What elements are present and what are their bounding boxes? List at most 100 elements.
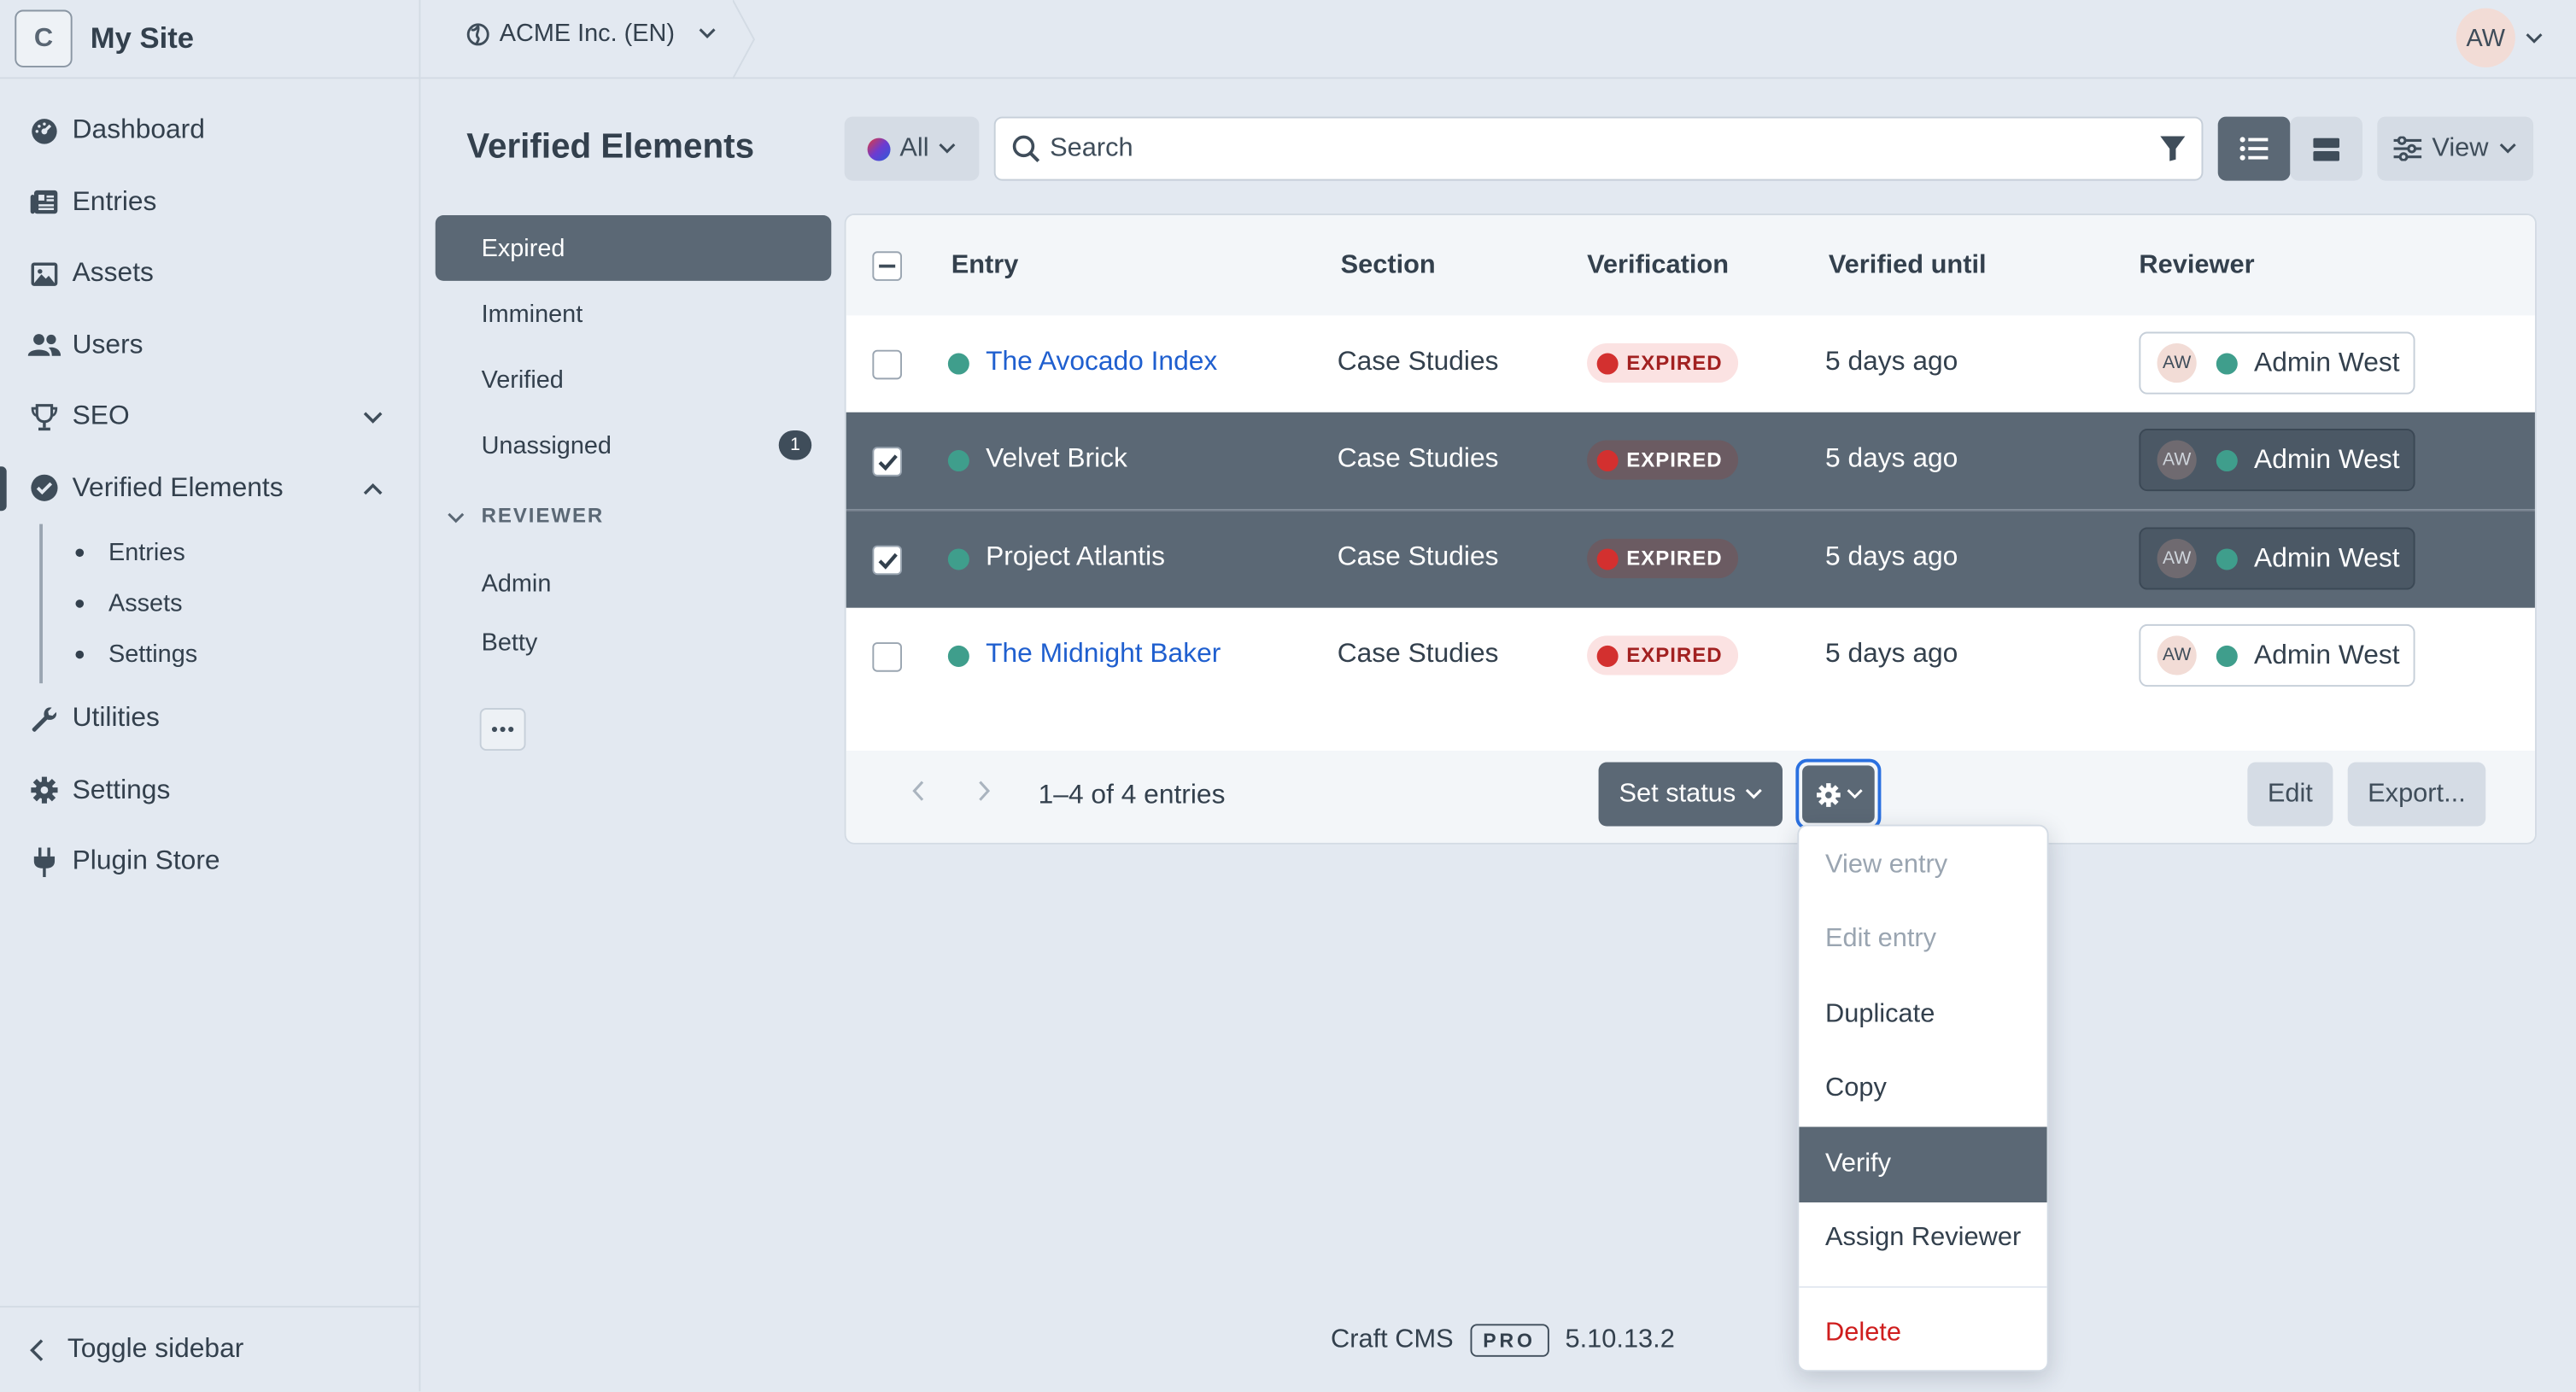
row-checkbox[interactable] [872, 349, 903, 380]
breadcrumb-separator [732, 0, 755, 79]
reviewer-chip[interactable]: AW Admin West [2139, 527, 2415, 590]
site-filter-button[interactable]: All [844, 116, 980, 181]
table-row[interactable]: Velvet Brick Case Studies EXPIRED 5 days… [846, 412, 2535, 510]
chevron-up-icon[interactable] [363, 472, 383, 504]
column-header[interactable]: Reviewer [2139, 251, 2254, 281]
source-reviewer-betty[interactable]: Betty [436, 612, 832, 671]
sidebar: C My Site Dashboard Entries Assets Users… [0, 0, 421, 1392]
filter-icon[interactable] [2158, 135, 2187, 171]
menu-item-duplicate[interactable]: Duplicate [1799, 977, 2046, 1052]
row-checkbox[interactable] [872, 545, 903, 576]
site-switcher[interactable]: ACME Inc. (EN) [466, 20, 716, 48]
nav-entries[interactable]: Entries [0, 167, 419, 238]
table-row[interactable]: Project Atlantis Case Studies EXPIRED 5 … [846, 511, 2535, 608]
chevron-down-icon [2498, 143, 2516, 154]
entry-link[interactable]: Velvet Brick [986, 443, 1127, 475]
entry-link[interactable]: The Avocado Index [986, 347, 1217, 378]
subnav-settings[interactable]: Settings [43, 629, 419, 681]
sliders-icon [2394, 136, 2422, 161]
actions-menu-button[interactable] [1795, 758, 1882, 830]
subnav-entries[interactable]: Entries [43, 527, 419, 578]
reviewer-chip[interactable]: AW Admin West [2139, 623, 2415, 687]
toggle-sidebar-button[interactable]: Toggle sidebar [0, 1306, 419, 1391]
status-dot [1596, 547, 1619, 570]
table-row[interactable]: The Avocado Index Case Studies EXPIRED 5… [846, 315, 2535, 412]
table-view-button[interactable] [2217, 116, 2291, 181]
source-verified[interactable]: Verified [436, 347, 832, 412]
reviewer-name: Admin West [2254, 444, 2400, 474]
nav-seo[interactable]: SEO [0, 381, 419, 453]
status-indicator [947, 645, 969, 667]
source-unassigned[interactable]: Unassigned 1 [436, 412, 832, 478]
menu-item-assign-reviewer[interactable]: Assign Reviewer [1799, 1202, 2046, 1277]
nav-plugin-store[interactable]: Plugin Store [0, 827, 419, 898]
select-all-checkbox[interactable] [872, 251, 903, 281]
site-name: My Site [90, 21, 195, 55]
nav-verified-elements[interactable]: Verified Elements [0, 453, 419, 524]
section-cell: Case Studies [1337, 541, 1499, 572]
search-input[interactable]: Search [993, 116, 2204, 181]
source-expired[interactable]: Expired [435, 214, 832, 281]
source-imminent[interactable]: Imminent [436, 281, 832, 347]
chevron-right-icon[interactable] [977, 781, 991, 802]
subnav-assets[interactable]: Assets [43, 578, 419, 629]
menu-divider [1799, 1286, 2047, 1289]
chevron-left-icon[interactable] [912, 781, 925, 802]
status-indicator [947, 450, 969, 472]
status-indicator [2216, 547, 2238, 570]
edit-button[interactable]: Edit [2247, 762, 2333, 827]
site-header[interactable]: C My Site [0, 0, 419, 79]
status-label: EXPIRED [1626, 448, 1723, 472]
row-checkbox[interactable] [872, 642, 903, 672]
row-checkbox[interactable] [872, 447, 903, 477]
chevron-down-icon[interactable] [363, 401, 383, 433]
nav-utilities[interactable]: Utilities [0, 683, 419, 755]
menu-item-view-entry[interactable]: View entry [1799, 828, 2046, 903]
menu-item-delete[interactable]: Delete [1799, 1296, 2046, 1371]
menu-item-copy[interactable]: Copy [1799, 1052, 2046, 1127]
product-name: Craft CMS [1331, 1325, 1454, 1354]
reviewer-chip[interactable]: AW Admin West [2139, 331, 2415, 395]
image-icon [28, 258, 61, 290]
menu-item-verify[interactable]: Verify [1799, 1126, 2047, 1202]
source-reviewer-admin[interactable]: Admin [436, 553, 832, 612]
edition-badge: PRO [1469, 1324, 1549, 1357]
nav-settings[interactable]: Settings [0, 755, 419, 827]
structure-view-button[interactable] [2290, 116, 2362, 181]
view-options-button[interactable]: View [2377, 116, 2534, 181]
set-status-label: Set status [1619, 779, 1736, 808]
column-header[interactable]: Entry [951, 251, 1019, 281]
status-indicator [2216, 644, 2238, 666]
column-header[interactable]: Section [1341, 251, 1436, 281]
reviewer-heading[interactable]: REVIEWER [436, 478, 832, 553]
set-status-button[interactable]: Set status [1598, 762, 1783, 827]
menu-item-edit-entry[interactable]: Edit entry [1799, 903, 2046, 978]
bullet-icon [75, 650, 85, 659]
nav-users[interactable]: Users [0, 310, 419, 382]
status-badge: EXPIRED [1587, 343, 1739, 383]
subnav-label: Entries [108, 538, 185, 567]
export-button[interactable]: Export... [2347, 762, 2486, 827]
source-label: Imminent [481, 300, 583, 328]
table-row[interactable]: The Midnight Baker Case Studies EXPIRED … [846, 608, 2535, 705]
verified-until-cell: 5 days ago [1825, 443, 1958, 473]
column-header[interactable]: Verification [1587, 251, 1729, 281]
more-sources-button[interactable] [479, 708, 526, 752]
user-menu[interactable]: AW [2456, 8, 2544, 67]
reviewer-chip[interactable]: AW Admin West [2139, 429, 2415, 492]
status-dot [1596, 352, 1619, 374]
ellipsis-icon [491, 726, 514, 733]
nav-dashboard[interactable]: Dashboard [0, 96, 419, 167]
source-label: Verified [481, 365, 564, 394]
avatar: AW [2157, 538, 2197, 579]
entry-link[interactable]: The Midnight Baker [986, 639, 1221, 670]
rows-icon [2313, 137, 2340, 161]
status-indicator [2216, 449, 2238, 471]
nav-label: Settings [72, 775, 171, 805]
entry-link[interactable]: Project Atlantis [986, 542, 1165, 574]
reviewer-name: Admin West [2254, 347, 2400, 377]
nav-assets[interactable]: Assets [0, 238, 419, 310]
source-label: Unassigned [481, 430, 612, 459]
column-header[interactable]: Verified until [1829, 251, 1987, 281]
reviewer-name: Admin West [2254, 542, 2400, 573]
